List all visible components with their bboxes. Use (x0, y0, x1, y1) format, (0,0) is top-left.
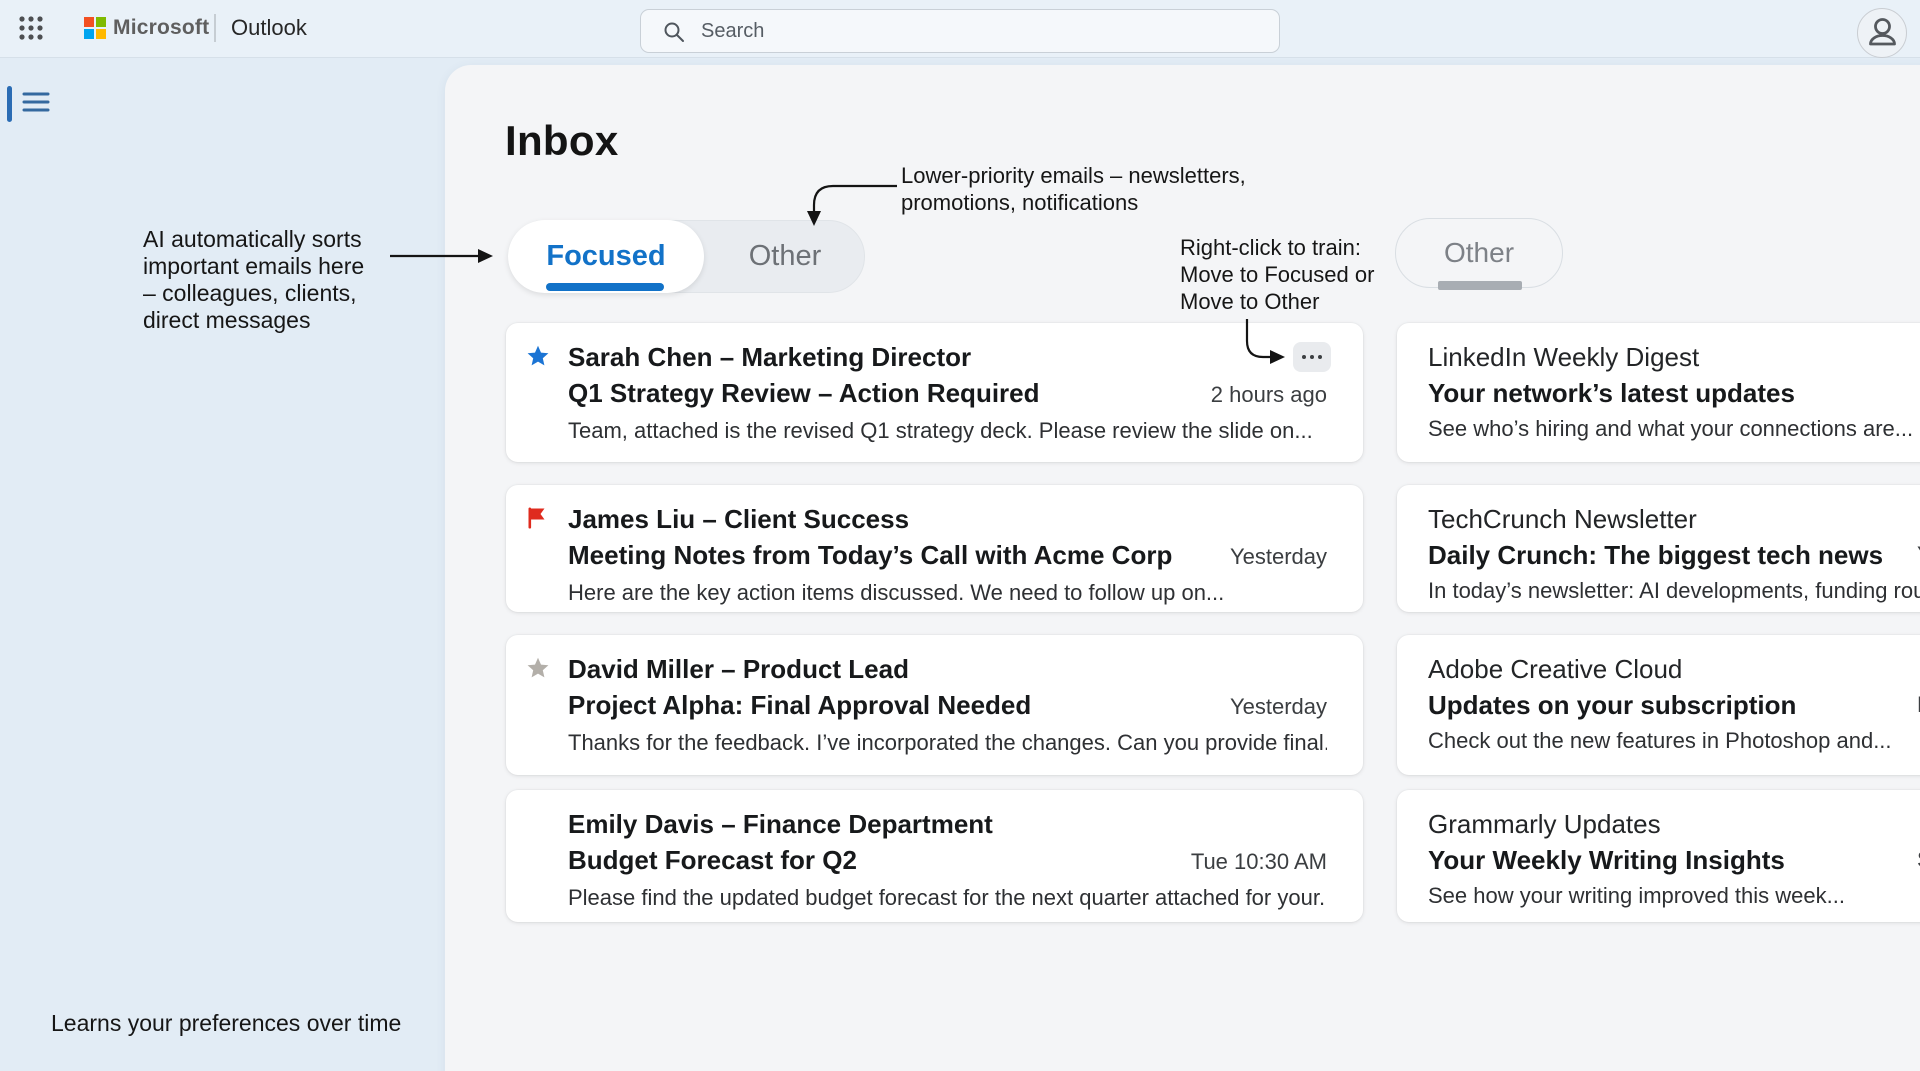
account-button[interactable] (1857, 8, 1907, 58)
email-sender: LinkedIn Weekly Digest (1428, 340, 1920, 375)
email-subject: Project Alpha: Final Approval Needed (568, 687, 1031, 723)
email-card-grammarly[interactable]: Grammarly Updates Your Weekly Writing In… (1397, 790, 1920, 922)
person-icon (1859, 44, 1906, 59)
focused-tab-underline (546, 283, 664, 291)
inbox-tab-switcher: Other Focused (508, 220, 865, 293)
email-card-david-miller[interactable]: David Miller – Product Lead Project Alph… (506, 635, 1363, 775)
ellipsis-icon (1302, 355, 1322, 359)
more-options-button[interactable] (1293, 342, 1331, 372)
magnifier-icon (663, 21, 685, 43)
topbar-divider (214, 14, 216, 42)
email-preview: See who’s hiring and what your connectio… (1428, 411, 1920, 446)
app-launcher-button[interactable] (14, 12, 48, 46)
email-sender: TechCrunch Newsletter (1428, 502, 1920, 537)
email-card-sarah-chen[interactable]: Sarah Chen – Marketing Director Q1 Strat… (506, 323, 1363, 462)
email-preview: In today’s newsletter: AI developments, … (1428, 573, 1920, 608)
email-sender: David Miller – Product Lead (568, 652, 1327, 687)
email-subject: Your Weekly Writing Insights (1428, 842, 1785, 878)
annotation-right-click-note: Right-click to train: Move to Focused or… (1180, 234, 1374, 315)
email-sender: Sarah Chen – Marketing Director (568, 340, 1327, 375)
email-sender: James Liu – Client Success (568, 502, 1327, 537)
email-subject: Daily Crunch: The biggest tech news (1428, 537, 1883, 573)
email-time: Yesterday (1230, 689, 1327, 725)
email-sender: Grammarly Updates (1428, 807, 1920, 842)
email-preview: Thanks for the feedback. I’ve incorporat… (568, 725, 1327, 760)
email-preview: Here are the key action items discussed.… (568, 575, 1327, 610)
annotation-learns-note: Learns your preferences over time (51, 1010, 401, 1037)
other-column-label[interactable]: Other (1395, 218, 1563, 288)
email-card-linkedin[interactable]: LinkedIn Weekly Digest Your network’s la… (1397, 323, 1920, 462)
email-card-james-liu[interactable]: James Liu – Client Success Meeting Notes… (506, 485, 1363, 612)
page-title: Inbox (505, 117, 619, 165)
other-column-underline (1438, 281, 1522, 290)
menu-button[interactable] (19, 88, 53, 118)
hamburger-icon (21, 103, 51, 118)
waffle-grid-icon (16, 31, 46, 46)
other-column-label-text: Other (1444, 237, 1514, 268)
email-sender: Emily Davis – Finance Department (568, 807, 1327, 842)
annotation-focused-note: AI automatically sorts important emails … (143, 226, 364, 334)
nav-accent-bar (7, 86, 12, 122)
star-icon[interactable] (526, 656, 550, 680)
tab-other[interactable]: Other (704, 221, 866, 292)
email-preview: Check out the new features in Photoshop … (1428, 723, 1920, 758)
outlook-window: Microsoft Outlook (0, 0, 1920, 1071)
microsoft-logo-icon (84, 17, 107, 40)
email-subject: Budget Forecast for Q2 (568, 842, 857, 878)
annotation-other-note: Lower-priority emails – newsletters, pro… (901, 162, 1246, 216)
email-subject: Your network’s latest updates (1428, 375, 1795, 411)
email-time: 2 hours ago (1211, 377, 1327, 413)
email-subject: Meeting Notes from Today’s Call with Acm… (568, 537, 1172, 573)
search-input[interactable] (699, 12, 1263, 50)
email-preview: Please find the updated budget forecast … (568, 880, 1327, 915)
email-card-emily-davis[interactable]: Emily Davis – Finance Department Budget … (506, 790, 1363, 922)
email-subject: Updates on your subscription (1428, 687, 1796, 723)
search-box (640, 9, 1280, 53)
email-card-techcrunch[interactable]: TechCrunch Newsletter Daily Crunch: The … (1397, 485, 1920, 612)
email-preview: See how your writing improved this week.… (1428, 878, 1920, 913)
email-time: Yesterday (1230, 539, 1327, 575)
flag-icon[interactable] (526, 506, 550, 530)
email-preview: Team, attached is the revised Q1 strateg… (568, 413, 1327, 448)
email-subject: Q1 Strategy Review – Action Required (568, 375, 1040, 411)
star-icon[interactable] (526, 344, 550, 368)
microsoft-brand-text: Microsoft (113, 16, 209, 40)
email-sender: Adobe Creative Cloud (1428, 652, 1920, 687)
top-bar: Microsoft Outlook (0, 0, 1920, 58)
app-name-text: Outlook (231, 15, 307, 41)
email-card-adobe[interactable]: Adobe Creative Cloud Updates on your sub… (1397, 635, 1920, 775)
email-time: Tue 10:30 AM (1191, 844, 1327, 880)
